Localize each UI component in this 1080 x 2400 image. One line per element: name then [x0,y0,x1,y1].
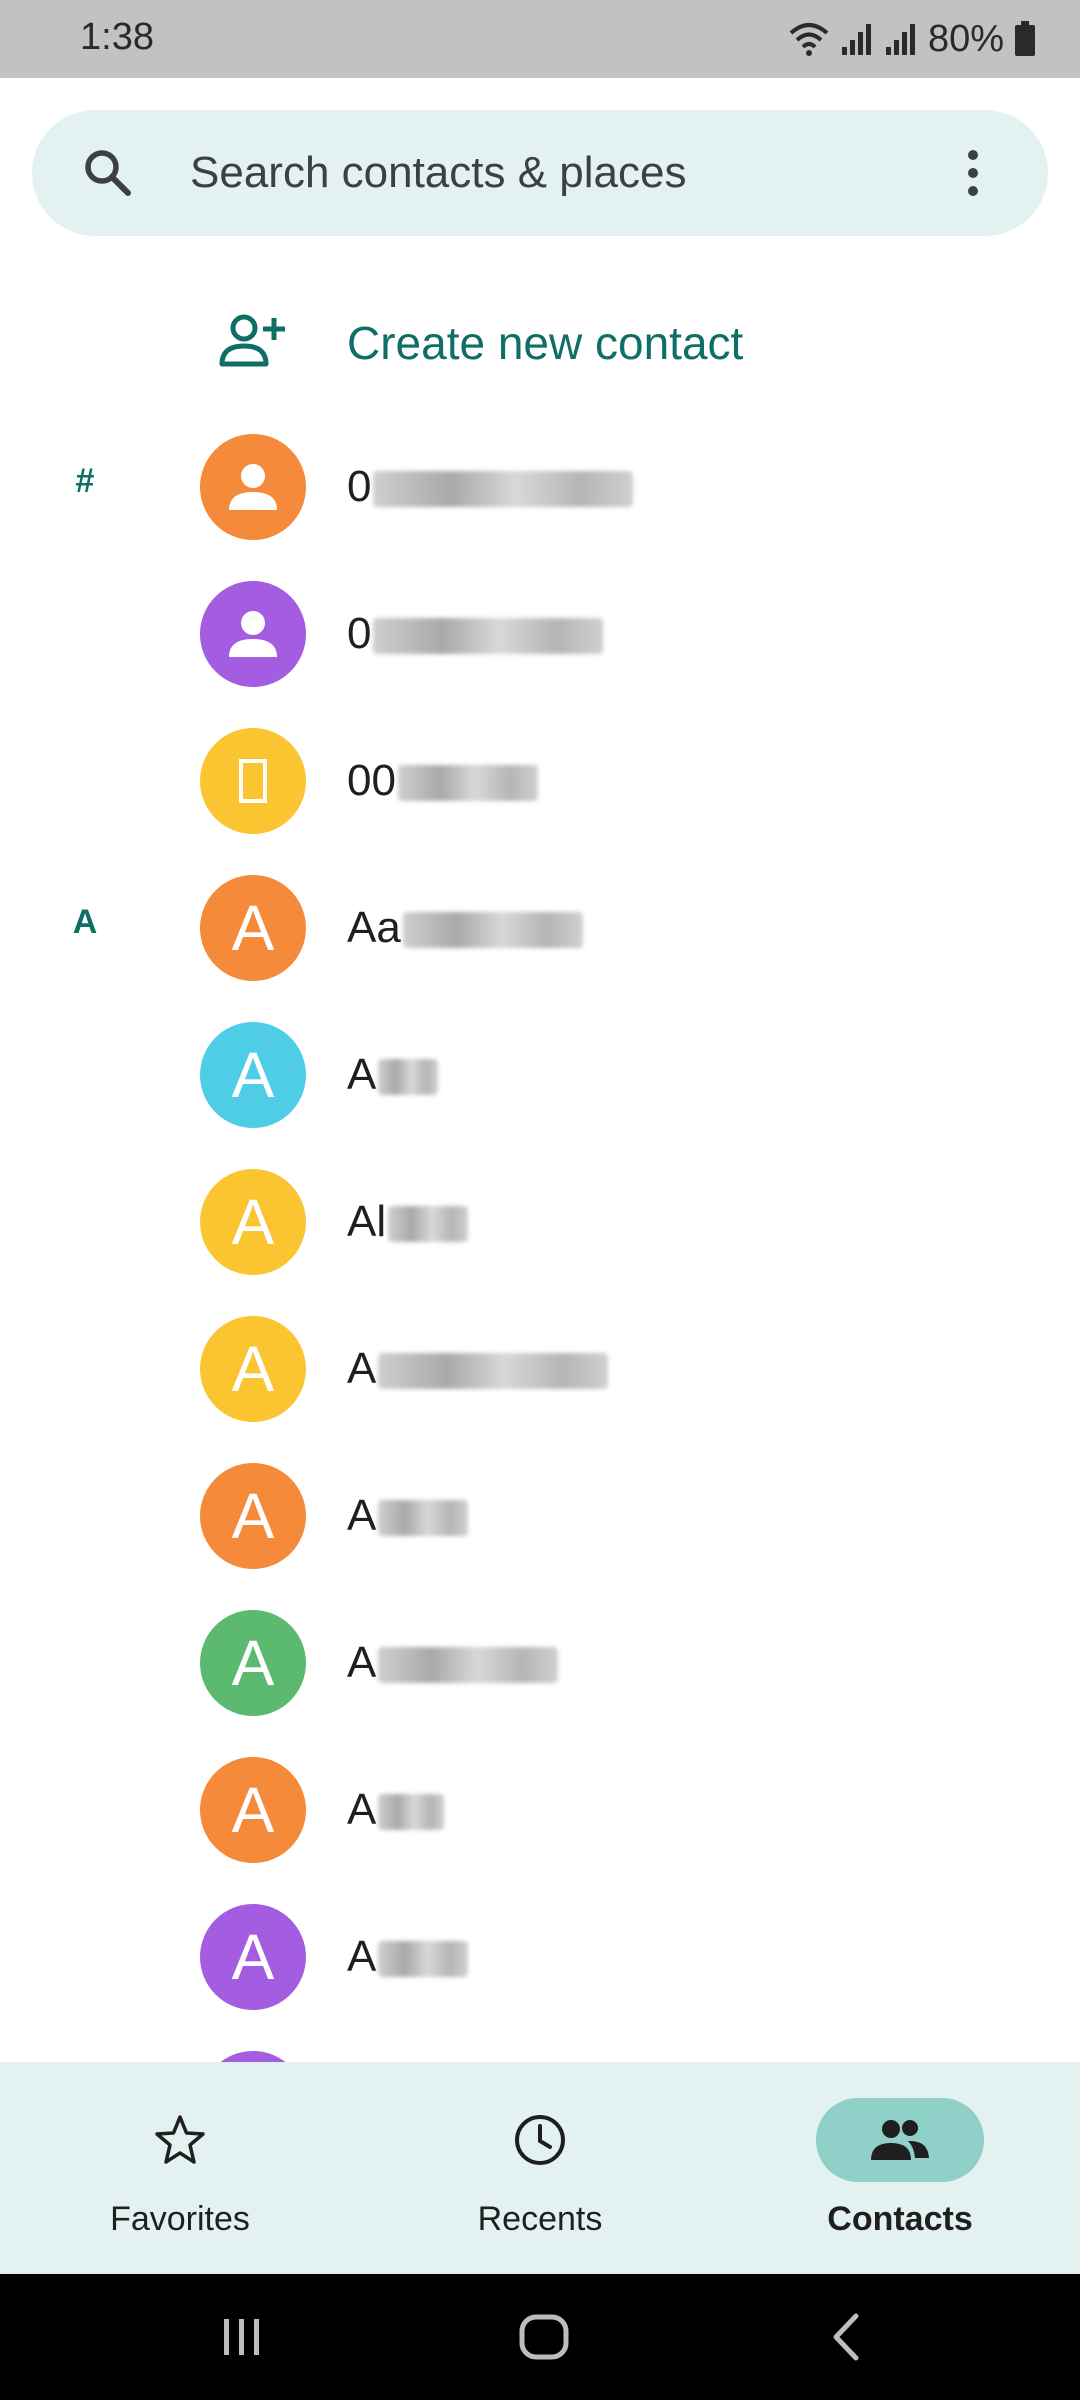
contact-name: A [347,1932,469,1982]
redacted-text [378,1647,559,1684]
create-new-contact-label: Create new contact [347,317,744,369]
avatar [200,581,306,687]
nav-icon-container [96,2098,264,2182]
contact-list[interactable]: # 0 0 00 A A Aa A A A Al A A A A A A A A… [0,414,1080,2062]
contact-name: A [347,1785,445,1835]
avatar: A [200,1316,306,1422]
contact-row[interactable]: A A [0,1884,1080,2031]
nav-contacts[interactable]: Contacts [770,2098,1030,2248]
nav-icon-container [456,2098,624,2182]
person-icon [229,464,277,510]
avatar: A [200,1757,306,1863]
redacted-text [378,1059,439,1096]
recents-icon[interactable] [202,2302,282,2372]
clock-icon [515,2115,565,2165]
status-time: 1:38 [80,16,154,58]
contact-name: Al [347,1197,469,1247]
status-bar: 1:38 80% [0,0,1080,78]
avatar: A [200,1904,306,2010]
nav-recents[interactable]: Recents [410,2098,670,2248]
home-icon[interactable] [504,2302,584,2372]
signal-icon [841,24,871,55]
people-icon [871,2120,929,2160]
contact-row[interactable]: A A [0,1002,1080,1149]
avatar [200,2051,306,2062]
contact-row[interactable]: A A [0,1590,1080,1737]
contact-row[interactable]: 0 [0,561,1080,708]
section-header: A [72,903,98,941]
avatar [200,434,306,540]
contact-row[interactable]: A A Aa [0,855,1080,1002]
contact-name: A [347,1638,559,1688]
redacted-text [402,912,583,949]
contact-row[interactable]: A A [0,1443,1080,1590]
contact-name: 0 [347,609,604,659]
create-new-contact-button[interactable]: Create new contact [0,282,1080,402]
redacted-text [378,1353,609,1390]
nav-label: Recents [477,2200,603,2238]
add-person-icon [219,314,285,367]
battery-icon [1015,21,1035,56]
contact-row[interactable]: A A [0,1296,1080,1443]
contact-name: A [347,1491,469,1541]
signal-icon [885,24,915,55]
contact-name: A [347,1344,609,1394]
avatar: A [200,1169,306,1275]
redacted-text [378,1500,469,1537]
avatar: A [200,1610,306,1716]
section-header: # [75,462,95,500]
avatar [200,728,306,834]
more-vert-icon[interactable] [938,138,1008,208]
contact-row[interactable]: # 0 [0,414,1080,561]
contact-name: Aa [347,903,583,953]
placeholder-box-icon [239,759,267,803]
contact-row[interactable]: A Al [0,1149,1080,1296]
search-input[interactable]: Search contacts & places [190,148,686,198]
contact-name: 00 [347,756,538,806]
redacted-text [378,1794,445,1831]
avatar: A [200,1022,306,1128]
nav-icon-container [816,2098,984,2182]
search-bar[interactable]: Search contacts & places [32,110,1048,236]
redacted-text [378,1941,469,1978]
redacted-text [388,1206,469,1243]
nav-favorites[interactable]: Favorites [50,2098,310,2248]
contact-row[interactable] [0,2031,1080,2062]
person-icon [229,611,277,657]
redacted-text [397,765,538,802]
contact-row[interactable]: A A [0,1737,1080,1884]
redacted-text [373,618,604,655]
system-navigation-bar [0,2274,1080,2400]
star-icon [155,2115,205,2164]
search-icon [85,150,131,196]
redacted-text [373,471,634,508]
bottom-navigation: Favorites Recents Contacts [0,2062,1080,2274]
contact-row[interactable]: 00 [0,708,1080,855]
battery-percent: 80% [927,17,1004,60]
wifi-icon [789,23,829,56]
contact-name: A [347,1050,439,1100]
nav-label: Contacts [827,2200,973,2238]
status-icons: 80% [788,14,1036,64]
contact-name: 0 [347,462,634,512]
avatar: A [200,875,306,981]
avatar: A [200,1463,306,1569]
back-icon[interactable] [806,2302,886,2372]
nav-label: Favorites [110,2200,250,2238]
